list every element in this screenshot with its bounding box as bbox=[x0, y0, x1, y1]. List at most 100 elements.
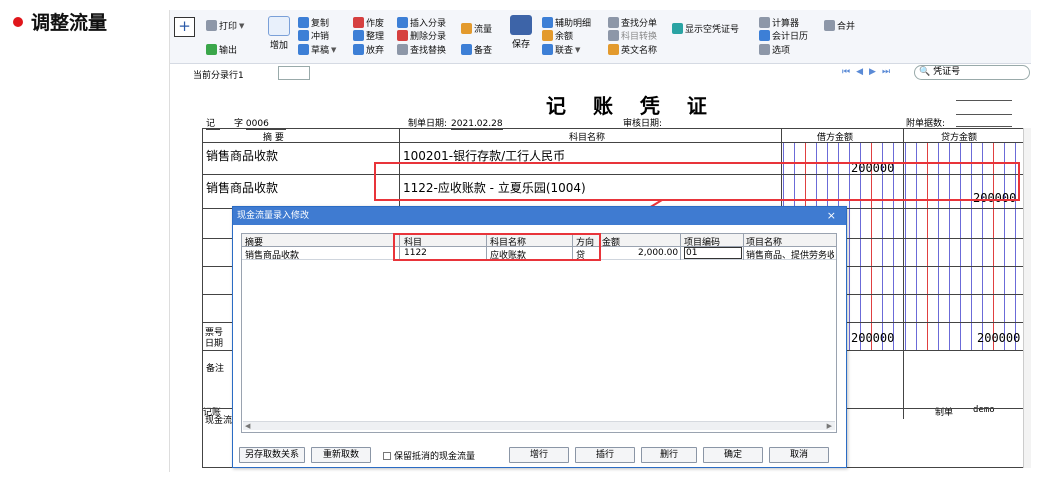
cell-item-code[interactable]: 01 bbox=[684, 247, 742, 259]
col-summary: 摘 要 bbox=[263, 133, 284, 143]
row-summary: 销售商品收款 bbox=[206, 181, 279, 195]
voucher-search-input[interactable]: 🔍 凭证号 bbox=[914, 65, 1030, 80]
save-button[interactable]: 保存 bbox=[508, 15, 534, 50]
add-button[interactable]: 增加 bbox=[266, 16, 292, 51]
toolbar: + 打印 ▼ 输出 增加 复制 冲销 草稿 ▼ 作废 整理 放弃 插入分录 删除分录… bbox=[170, 10, 1031, 64]
add-tab-button[interactable]: + bbox=[174, 17, 195, 37]
refetch-button[interactable]: 重新取数 bbox=[311, 447, 371, 463]
cashflow-label: 现金流 bbox=[205, 416, 233, 426]
merge-icon bbox=[824, 20, 835, 31]
keep-offset-checkbox[interactable]: 保留抵消的现金流量 bbox=[383, 449, 475, 462]
calendar-icon bbox=[759, 30, 770, 41]
calendar-button[interactable]: 会计日历 bbox=[759, 29, 808, 42]
scroll-right-icon[interactable]: ▶ bbox=[827, 422, 832, 430]
discard-button[interactable]: 放弃 bbox=[353, 43, 384, 56]
find-entry-button[interactable]: 查找分单 bbox=[608, 16, 657, 29]
draft-icon bbox=[298, 44, 309, 55]
chevron-down-icon: ▼ bbox=[239, 21, 245, 30]
tidy-button[interactable]: 整理 bbox=[353, 29, 384, 42]
chevron-down-icon: ▼ bbox=[575, 45, 581, 54]
void-icon bbox=[353, 17, 364, 28]
save-relation-button[interactable]: 另存取数关系 bbox=[239, 447, 305, 463]
prev-voucher-icon[interactable]: ◀ bbox=[856, 67, 863, 77]
close-icon[interactable]: × bbox=[827, 207, 836, 225]
calculator-icon bbox=[759, 17, 770, 28]
cashflow-dialog: 现金流量录入修改 × 摘要 科目 科目名称 方向 金额 项目编码 项目名称 销售… bbox=[232, 206, 847, 468]
print-button[interactable]: 打印 ▼ bbox=[206, 19, 244, 32]
slide-heading: 调整流量 bbox=[13, 8, 107, 35]
delete-icon bbox=[397, 30, 408, 41]
export-button[interactable]: 输出 bbox=[206, 43, 237, 56]
check-icon bbox=[461, 44, 472, 55]
total-credit: 200000 bbox=[977, 331, 1021, 345]
insert-icon bbox=[397, 17, 408, 28]
add-document-icon bbox=[268, 16, 290, 36]
aux-detail-button[interactable]: 辅助明细 bbox=[542, 16, 591, 29]
current-line-input[interactable] bbox=[278, 66, 310, 80]
copy-button[interactable]: 复制 bbox=[298, 16, 329, 29]
bullet-dot bbox=[13, 16, 23, 27]
show-voucher-no-button[interactable]: 显示空凭证号 bbox=[672, 22, 739, 35]
dialog-title: 现金流量录入修改 bbox=[237, 211, 310, 221]
find-replace-button[interactable]: 查找替换 bbox=[397, 43, 446, 56]
check-button[interactable]: 备查 bbox=[461, 43, 492, 56]
query-button[interactable]: 联查 ▼ bbox=[542, 43, 580, 56]
scroll-left-icon[interactable]: ◀ bbox=[245, 422, 250, 430]
highlight-credit-row bbox=[374, 162, 1020, 201]
dialog-title-bar: 现金流量录入修改 × bbox=[233, 207, 846, 225]
checkbox[interactable] bbox=[383, 451, 391, 460]
void-button[interactable]: 作废 bbox=[353, 16, 384, 29]
last-voucher-icon[interactable]: ⏭ bbox=[882, 67, 890, 77]
total-debit: 200000 bbox=[851, 331, 895, 345]
add-row-button[interactable]: 增行 bbox=[509, 447, 569, 463]
options-button[interactable]: 选项 bbox=[759, 43, 790, 56]
divider bbox=[956, 100, 1012, 101]
export-icon bbox=[206, 44, 217, 55]
discard-icon bbox=[353, 44, 364, 55]
reverse-button[interactable]: 冲销 bbox=[298, 29, 329, 42]
row-summary: 销售商品收款 bbox=[206, 149, 279, 163]
show-voucher-icon bbox=[672, 23, 683, 34]
english-name-icon bbox=[608, 44, 619, 55]
subject-convert-button[interactable]: 科目转换 bbox=[608, 29, 657, 42]
balance-button[interactable]: 余额 bbox=[542, 29, 573, 42]
delete-entry-button[interactable]: 删除分录 bbox=[397, 29, 446, 42]
delete-row-button[interactable]: 删行 bbox=[641, 447, 697, 463]
printer-icon bbox=[206, 20, 217, 31]
tidy-icon bbox=[353, 30, 364, 41]
voucher-nav: ⏮ ◀ ▶ ⏭ bbox=[842, 67, 890, 77]
voucher-app-window: + 打印 ▼ 输出 增加 复制 冲销 草稿 ▼ 作废 整理 放弃 插入分录 删除分录… bbox=[169, 10, 1031, 472]
note-label: 备注 bbox=[206, 364, 225, 374]
flow-button[interactable]: 流量 bbox=[461, 22, 492, 35]
col-subject: 科目名称 bbox=[569, 133, 606, 143]
divider bbox=[956, 126, 1012, 127]
flow-icon bbox=[461, 23, 472, 34]
insert-entry-button[interactable]: 插入分录 bbox=[397, 16, 446, 29]
search-icon: 🔍 bbox=[919, 67, 931, 77]
copy-icon bbox=[298, 17, 309, 28]
first-voucher-icon[interactable]: ⏮ bbox=[842, 67, 850, 77]
cancel-button[interactable]: 取消 bbox=[769, 447, 829, 463]
find-replace-icon bbox=[397, 44, 408, 55]
aux-detail-icon bbox=[542, 17, 553, 28]
date-label: 日期 bbox=[205, 339, 224, 349]
ok-button[interactable]: 确定 bbox=[703, 447, 763, 463]
balance-icon bbox=[542, 30, 553, 41]
vertical-scrollbar[interactable] bbox=[1023, 128, 1031, 468]
reverse-icon bbox=[298, 30, 309, 41]
next-voucher-icon[interactable]: ▶ bbox=[869, 67, 876, 77]
highlight-dialog-row bbox=[393, 233, 601, 261]
find-entry-icon bbox=[608, 17, 619, 28]
horizontal-scrollbar[interactable]: ◀ ▶ bbox=[243, 421, 835, 430]
merge-button[interactable]: 合并 bbox=[824, 19, 855, 32]
chevron-down-icon: ▼ bbox=[331, 45, 337, 54]
cell-amount[interactable]: 2,000.00 bbox=[638, 248, 678, 258]
draft-button[interactable]: 草稿 ▼ bbox=[298, 43, 336, 56]
convert-icon bbox=[608, 30, 619, 41]
calculator-button[interactable]: 计算器 bbox=[759, 16, 799, 29]
dialog-buttons: 另存取数关系 重新取数 保留抵消的现金流量 增行 插行 删行 确定 取消 bbox=[239, 447, 839, 465]
divider bbox=[956, 114, 1012, 115]
cell-summary: 销售商品收款 bbox=[245, 251, 300, 261]
english-name-button[interactable]: 英文名称 bbox=[608, 43, 657, 56]
insert-row-button[interactable]: 插行 bbox=[575, 447, 635, 463]
